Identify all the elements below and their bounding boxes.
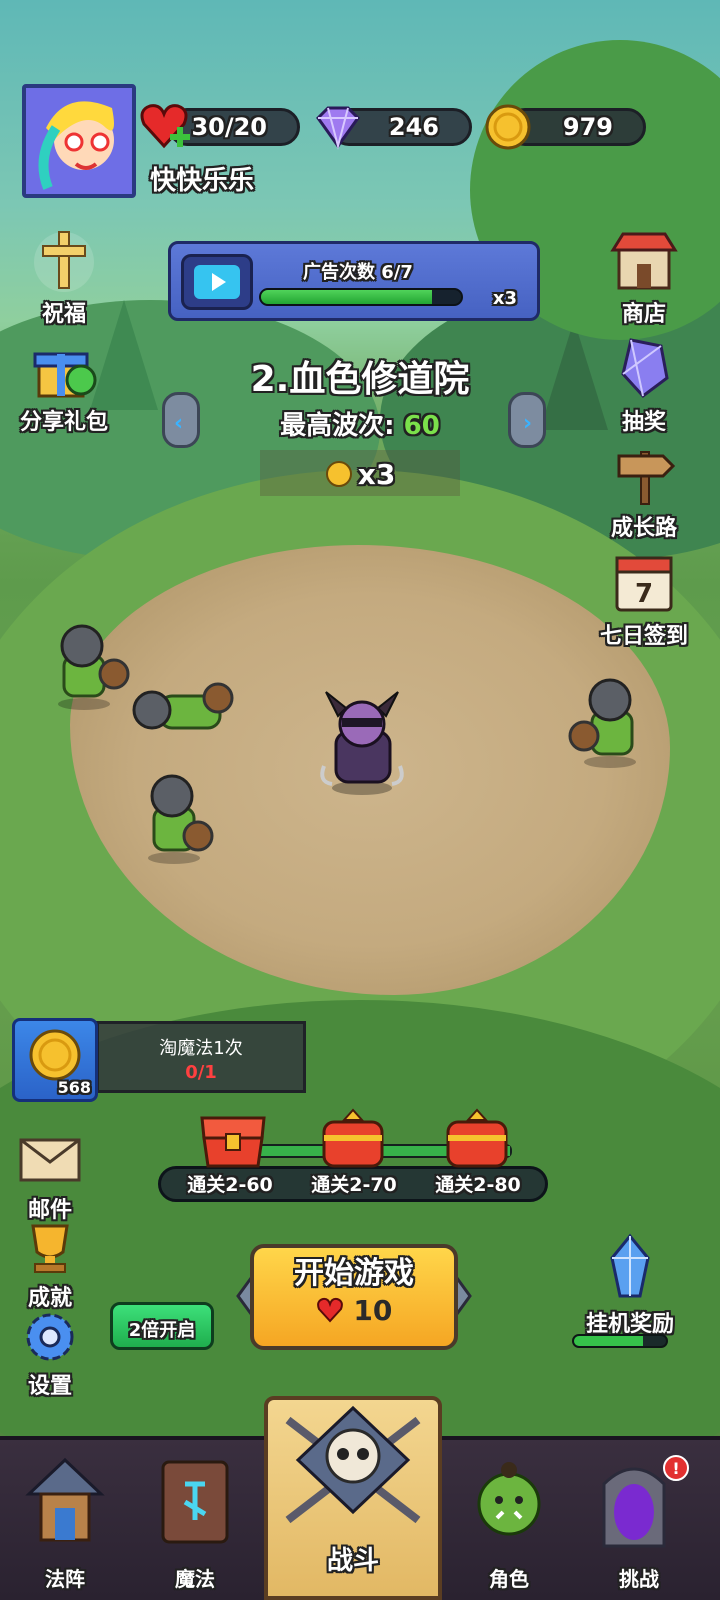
start-game-button[interactable]: 开始游戏 10 — [234, 1238, 474, 1356]
nav-challenge[interactable]: ! 挑战 — [584, 1454, 694, 1600]
nav-magic-label: 魔法 — [175, 1567, 215, 1591]
nav-battle-label: 战斗 — [326, 1546, 379, 1576]
magic-draw-title: 淘魔法1次 — [159, 1038, 243, 1059]
stage-coin-multiplier-value: x3 — [357, 458, 396, 491]
gold-coin-icon — [485, 104, 531, 150]
growth-path-button[interactable]: 成长路 — [594, 442, 694, 542]
max-wave: 最高波次: 60 — [0, 405, 720, 442]
blessing-button[interactable]: 祝福 — [14, 228, 114, 328]
start-game-cost: 10 — [234, 1294, 474, 1327]
chest-label: 通关2-70 — [311, 1174, 397, 1196]
demon-hunter-hero — [320, 691, 404, 795]
mail-button[interactable]: 邮件 — [0, 1134, 100, 1224]
magic-draw-box[interactable]: 淘魔法1次 0/1 568 — [12, 1018, 306, 1102]
gold-coin-icon — [325, 461, 352, 487]
mail-label: 邮件 — [27, 1198, 72, 1223]
player-avatar[interactable] — [22, 84, 136, 198]
nav-magic[interactable]: 魔法 — [140, 1454, 250, 1600]
ad-progress-bar — [259, 288, 463, 306]
blessing-label: 祝福 — [41, 302, 86, 327]
trophy-icon — [31, 1224, 69, 1273]
magic-coin-count: 568 — [57, 1078, 91, 1097]
double-speed-label: 2倍开启 — [128, 1320, 196, 1341]
play-icon — [212, 273, 226, 291]
max-wave-value: 60 — [403, 411, 440, 441]
ad-panel[interactable]: 广告次数 6/7 x3 — [168, 241, 540, 321]
nav-formation-label: 法阵 — [45, 1567, 85, 1591]
orc-enemy — [58, 624, 130, 710]
treasure-chest-open-icon[interactable] — [198, 1108, 268, 1170]
stage-coin-multiplier: x3 — [260, 450, 460, 496]
double-speed-button[interactable]: 2倍开启 — [110, 1302, 214, 1350]
blue-crystal-icon — [610, 1233, 650, 1298]
max-wave-label: 最高波次: — [280, 411, 395, 441]
orc-enemy — [568, 678, 636, 768]
signpost-icon — [617, 451, 676, 505]
player-name: 快快乐乐 — [150, 166, 255, 196]
avatar-portrait-icon — [26, 88, 132, 194]
calendar-day: 7 — [635, 579, 653, 609]
gold-coin-icon — [29, 1029, 81, 1081]
heart-plus-icon[interactable] — [138, 100, 194, 154]
nav-character-label: 角色 — [489, 1567, 529, 1591]
settings-button[interactable]: 设置 — [0, 1310, 100, 1400]
ad-play-button[interactable] — [181, 254, 253, 310]
portal-icon: ! — [602, 1455, 689, 1548]
nav-character[interactable]: 角色 — [454, 1454, 564, 1600]
calendar-icon: 7 — [615, 556, 673, 612]
hearts-value: 30/20 — [191, 113, 267, 141]
idle-reward-progress-fill — [574, 1336, 643, 1346]
treasure-chest-icon[interactable] — [442, 1108, 512, 1170]
seven-day-signin-label: 七日签到 — [599, 624, 688, 649]
orc-face-icon — [477, 1462, 541, 1536]
ad-multiplier: x3 — [492, 288, 517, 309]
ad-count-title: 广告次数 6/7 — [303, 262, 413, 283]
shop-button[interactable]: 商店 — [594, 228, 694, 328]
skull-crossed-swords-icon — [285, 1405, 421, 1524]
magic-draw-panel: 淘魔法1次 0/1 — [96, 1021, 306, 1093]
idle-reward-progress-bar — [572, 1334, 668, 1348]
coins-value: 979 — [562, 113, 613, 141]
chest-label: 通关2-60 — [187, 1174, 273, 1196]
growth-path-label: 成长路 — [610, 516, 677, 541]
orc-enemy-fallen — [132, 682, 234, 730]
ad-progress-fill — [261, 290, 433, 304]
heart-icon — [316, 1297, 343, 1323]
magic-coin-tile[interactable]: 568 — [12, 1018, 98, 1102]
diamond-icon — [316, 106, 360, 150]
cross-icon — [34, 231, 94, 292]
magic-draw-progress: 0/1 — [185, 1062, 217, 1083]
gear-icon — [26, 1313, 74, 1361]
nav-formation[interactable]: 法阵 — [10, 1454, 120, 1600]
shop-label: 商店 — [621, 302, 666, 327]
gems-value: 246 — [388, 113, 439, 141]
tower-icon — [25, 1457, 105, 1542]
start-game-cost-value: 10 — [353, 1294, 393, 1327]
settings-label: 设置 — [27, 1374, 72, 1399]
seven-day-signin-button[interactable]: 7 七日签到 — [594, 548, 694, 650]
idle-reward-button[interactable]: 挂机奖励 — [560, 1232, 700, 1348]
treasure-chest-icon[interactable] — [318, 1108, 388, 1170]
shop-icon — [610, 232, 678, 290]
orc-enemy — [148, 774, 214, 864]
spellbook-icon — [161, 1460, 229, 1544]
achievement-label: 成就 — [27, 1286, 72, 1311]
alert-badge-icon: ! — [672, 1459, 679, 1478]
achievement-button[interactable]: 成就 — [0, 1222, 100, 1312]
nav-battle[interactable]: 战斗 — [264, 1396, 442, 1600]
envelope-icon — [19, 1138, 81, 1182]
stage-title: 2.血色修道院 — [250, 359, 470, 400]
chest-label: 通关2-80 — [435, 1174, 521, 1196]
nav-challenge-label: 挑战 — [619, 1567, 659, 1591]
start-game-label: 开始游戏 — [294, 1256, 414, 1291]
